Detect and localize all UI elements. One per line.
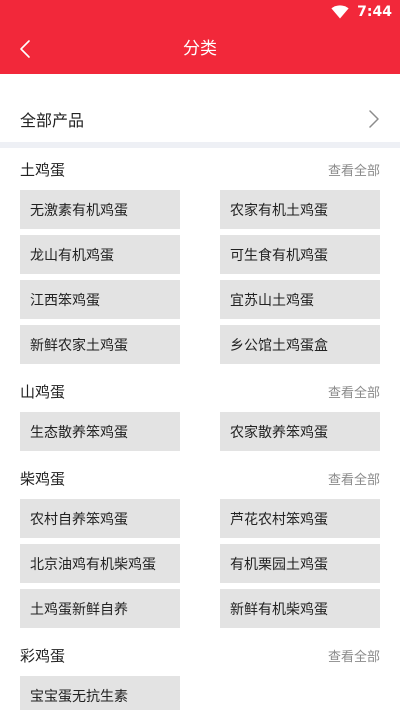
view-all-link[interactable]: 查看全部 bbox=[328, 382, 380, 401]
category-title: 彩鸡蛋 bbox=[20, 646, 66, 665]
product-item[interactable]: 无激素有机鸡蛋 bbox=[20, 190, 180, 229]
category-header: 山鸡蛋 查看全部 bbox=[20, 370, 380, 412]
chevron-right-icon bbox=[369, 110, 379, 128]
view-all-link[interactable]: 查看全部 bbox=[328, 160, 380, 179]
view-all-link[interactable]: 查看全部 bbox=[328, 646, 380, 665]
product-item[interactable]: 江西笨鸡蛋 bbox=[20, 280, 180, 319]
all-products-row[interactable]: 全部产品 bbox=[0, 96, 400, 142]
all-products-label: 全部产品 bbox=[20, 111, 85, 130]
category-title: 山鸡蛋 bbox=[20, 382, 66, 401]
product-item[interactable]: 农家散养笨鸡蛋 bbox=[220, 412, 380, 451]
category-title: 土鸡蛋 bbox=[20, 160, 66, 179]
category-section: 土鸡蛋 查看全部无激素有机鸡蛋 农家有机土鸡蛋龙山有机鸡蛋 可生食有机鸡蛋江西笨鸡蛋 宜… bbox=[0, 148, 400, 370]
wifi-icon bbox=[331, 5, 349, 19]
product-grid: 宝宝蛋无抗生素 bbox=[20, 676, 380, 710]
product-item[interactable]: 龙山有机鸡蛋 bbox=[20, 235, 180, 274]
product-item[interactable]: 农村自养笨鸡蛋 bbox=[20, 499, 180, 538]
product-grid: 农村自养笨鸡蛋 芦花农村笨鸡蛋北京油鸡有机柴鸡蛋 有机栗园土鸡蛋土鸡蛋新鲜自养 新鲜有… bbox=[20, 499, 380, 634]
product-item[interactable]: 乡公馆土鸡蛋盒 bbox=[220, 325, 380, 364]
category-header: 土鸡蛋 查看全部 bbox=[20, 148, 380, 190]
product-item[interactable]: 新鲜有机柴鸡蛋 bbox=[220, 589, 380, 628]
product-grid: 无激素有机鸡蛋 农家有机土鸡蛋龙山有机鸡蛋 可生食有机鸡蛋江西笨鸡蛋 宜苏山土鸡蛋新鲜… bbox=[20, 190, 380, 370]
header: 7:44 分类 bbox=[0, 0, 400, 74]
product-item[interactable]: 北京油鸡有机柴鸡蛋 bbox=[20, 544, 180, 583]
app-screen: 7:44 分类 全部产品 土鸡蛋 查看全部 无激素有机鸡蛋 农家有机土鸡蛋 龙山有机鸡蛋… bbox=[0, 0, 400, 710]
view-all-link[interactable]: 查看全部 bbox=[328, 469, 380, 488]
status-bar: 7:44 bbox=[0, 0, 400, 24]
product-item[interactable]: 土鸡蛋新鲜自养 bbox=[20, 589, 180, 628]
title-bar: 分类 bbox=[0, 24, 400, 74]
product-item[interactable]: 农家有机土鸡蛋 bbox=[220, 190, 380, 229]
product-item[interactable]: 可生食有机鸡蛋 bbox=[220, 235, 380, 274]
product-item[interactable]: 有机栗园土鸡蛋 bbox=[220, 544, 380, 583]
category-header: 柴鸡蛋 查看全部 bbox=[20, 457, 380, 499]
product-item[interactable]: 生态散养笨鸡蛋 bbox=[20, 412, 180, 451]
product-item[interactable]: 宜苏山土鸡蛋 bbox=[220, 280, 380, 319]
product-item[interactable]: 新鲜农家土鸡蛋 bbox=[20, 325, 180, 364]
category-title: 柴鸡蛋 bbox=[20, 469, 66, 488]
category-section: 彩鸡蛋 查看全部宝宝蛋无抗生素 bbox=[0, 634, 400, 710]
product-item[interactable]: 芦花农村笨鸡蛋 bbox=[220, 499, 380, 538]
page-title: 分类 bbox=[183, 39, 217, 59]
category-section: 柴鸡蛋 查看全部农村自养笨鸡蛋 芦花农村笨鸡蛋北京油鸡有机柴鸡蛋 有机栗园土鸡蛋土鸡蛋… bbox=[0, 457, 400, 634]
status-time: 7:44 bbox=[357, 4, 392, 20]
category-list: 土鸡蛋 查看全部 无激素有机鸡蛋 农家有机土鸡蛋 龙山有机鸡蛋 可生食有机鸡蛋 江西笨鸡蛋宜… bbox=[0, 148, 400, 710]
product-grid: 生态散养笨鸡蛋 农家散养笨鸡蛋 bbox=[20, 412, 380, 457]
product-item[interactable]: 宝宝蛋无抗生素 bbox=[20, 676, 180, 710]
category-header: 彩鸡蛋 查看全部 bbox=[20, 634, 380, 676]
status-right: 7:44 bbox=[331, 2, 392, 22]
category-section: 山鸡蛋 查看全部生态散养笨鸡蛋 农家散养笨鸡蛋 bbox=[0, 370, 400, 457]
